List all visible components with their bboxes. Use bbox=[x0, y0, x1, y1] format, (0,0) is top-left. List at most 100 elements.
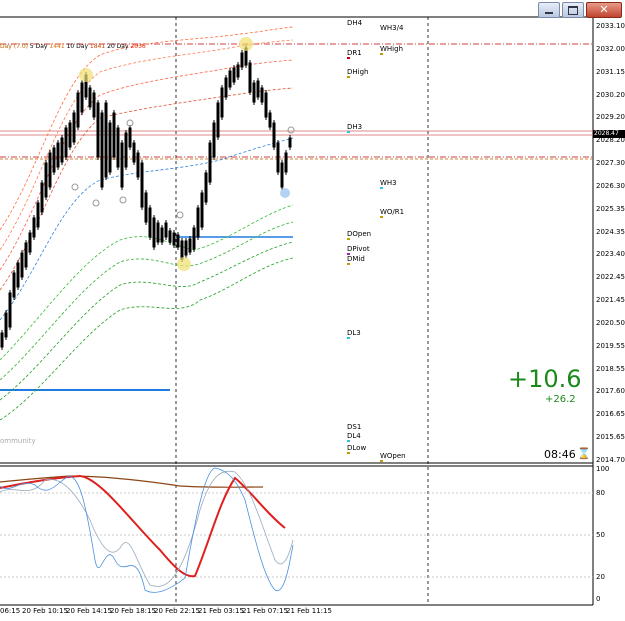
oscillator-axis-label: 0 bbox=[596, 595, 601, 603]
level-ds1: DS1 bbox=[347, 423, 362, 431]
candle-body bbox=[168, 230, 172, 243]
candle-body bbox=[228, 70, 232, 88]
candle-body bbox=[44, 162, 48, 198]
candle-body bbox=[92, 92, 96, 118]
close-button[interactable]: ✕ bbox=[586, 2, 622, 18]
candle-body bbox=[16, 262, 20, 288]
candle-body bbox=[196, 207, 200, 238]
price-axis-label: 2019.55 bbox=[596, 341, 625, 350]
candle-body bbox=[68, 122, 72, 148]
candle-body bbox=[204, 172, 208, 203]
window-controls: ✕ bbox=[538, 2, 622, 18]
candle-body bbox=[60, 137, 64, 163]
candle-body bbox=[260, 87, 264, 103]
level-dh3: DH3 bbox=[347, 123, 363, 131]
candle-body bbox=[100, 112, 104, 188]
level-dmid: DMid bbox=[347, 255, 365, 263]
whigh-marker bbox=[380, 53, 383, 55]
candle-body bbox=[40, 182, 44, 213]
time-axis-label: 20 Feb 18:15 bbox=[110, 607, 156, 615]
candle-body bbox=[256, 80, 260, 98]
candle-body bbox=[0, 332, 4, 348]
dlow-marker bbox=[347, 452, 350, 454]
time-axis-label: 20 Feb 10:15 bbox=[22, 607, 68, 615]
chart-window: ✕ Day (7.0) 5 Day 1441 10 Day 1841 20 Da… bbox=[0, 0, 625, 621]
oscillator-axis-label: 50 bbox=[596, 531, 605, 539]
time-axis-label: 21 Feb 07:15 bbox=[242, 607, 288, 615]
level-dopen: DOpen bbox=[347, 230, 372, 238]
time-axis-label: 06:15 bbox=[0, 607, 21, 615]
candle-body bbox=[12, 272, 16, 298]
candle-body bbox=[80, 82, 84, 113]
ma-legend: Day (7.0) 5 Day 1441 10 Day 1841 20 Day … bbox=[0, 43, 146, 50]
legend-5day: 5 Day bbox=[29, 43, 48, 50]
legend-20day: 20 Day bbox=[107, 43, 129, 50]
price-axis-label: 2027.30 bbox=[596, 159, 625, 168]
level-wh3: WH3 bbox=[380, 179, 397, 187]
dopen-marker bbox=[347, 238, 350, 240]
candle-body bbox=[8, 292, 12, 328]
candle-body bbox=[252, 82, 256, 103]
dl4-marker bbox=[347, 440, 350, 442]
level-whigh: WHigh bbox=[380, 45, 404, 53]
level-dl3: DL3 bbox=[347, 329, 361, 337]
minimize-button[interactable] bbox=[538, 2, 560, 18]
current-price-tag: 2028.47 bbox=[593, 130, 625, 138]
candle-body bbox=[88, 87, 92, 108]
candle-body bbox=[52, 147, 56, 173]
price-axis-label: 2021.45 bbox=[596, 296, 625, 305]
legend-10day: 10 Day bbox=[66, 43, 88, 50]
price-axis-label: 2026.30 bbox=[596, 181, 625, 190]
price-axis-label: 2017.60 bbox=[596, 387, 625, 396]
level-dlow: DLow bbox=[347, 444, 367, 452]
candle-body bbox=[208, 142, 212, 183]
candle-body bbox=[288, 137, 292, 148]
price-axis-label: 2031.15 bbox=[596, 67, 625, 76]
dr1-marker bbox=[347, 57, 350, 59]
candle-body bbox=[124, 132, 128, 168]
candle-body bbox=[56, 142, 60, 168]
dl3-marker bbox=[347, 337, 350, 339]
price-axis-label: 2025.35 bbox=[596, 204, 625, 213]
candle-body bbox=[140, 162, 144, 208]
level-dhigh: DHigh bbox=[347, 68, 369, 76]
candle-body bbox=[136, 152, 140, 178]
price-axis-label: 2022.45 bbox=[596, 273, 625, 282]
time-axis-label: 20 Feb 22:15 bbox=[154, 607, 200, 615]
level-wopen: WOpen bbox=[380, 452, 406, 460]
time-axis-label: 20 Feb 14:15 bbox=[66, 607, 112, 615]
candle-body bbox=[280, 162, 284, 188]
candle-body bbox=[64, 127, 68, 158]
time-axis-label: 21 Feb 03:15 bbox=[198, 607, 244, 615]
candle-body bbox=[108, 122, 112, 173]
pnl-main: +10.6 bbox=[508, 365, 582, 393]
candle-body bbox=[116, 127, 120, 168]
legend-20day-val: 2036 bbox=[130, 43, 146, 50]
candle-body bbox=[180, 240, 184, 260]
candle-body bbox=[36, 202, 40, 228]
candle-body bbox=[20, 252, 24, 278]
candle-body bbox=[48, 152, 52, 188]
wh3-marker bbox=[380, 187, 383, 189]
candle-body bbox=[76, 92, 80, 128]
wor1-marker bbox=[380, 216, 383, 218]
candle-body bbox=[172, 232, 176, 246]
price-chart[interactable] bbox=[0, 0, 625, 621]
oscillator-axis-label: 80 bbox=[596, 489, 605, 497]
price-axis-label: 2016.65 bbox=[596, 410, 625, 419]
candle-body bbox=[132, 142, 136, 163]
price-axis-label: 2018.55 bbox=[596, 364, 625, 373]
restore-button[interactable] bbox=[562, 2, 584, 18]
candle-body bbox=[144, 192, 148, 223]
level-dl4: DL4 bbox=[347, 432, 361, 440]
candle-body bbox=[120, 142, 124, 188]
price-axis-label: 2024.35 bbox=[596, 227, 625, 236]
candle-body bbox=[112, 112, 116, 158]
candle-body bbox=[128, 127, 132, 148]
restore-icon bbox=[568, 5, 578, 15]
candle-body bbox=[176, 234, 180, 248]
candle-body bbox=[28, 232, 32, 253]
price-axis-label: 2023.40 bbox=[596, 250, 625, 259]
wopen-marker bbox=[380, 460, 383, 462]
candle-body bbox=[224, 77, 228, 98]
